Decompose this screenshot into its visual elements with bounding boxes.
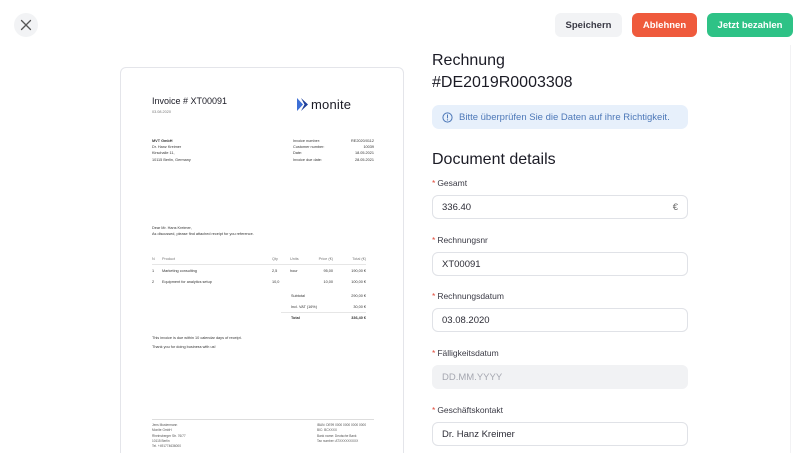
invoice-number-input[interactable]: XT00091 [432,252,688,276]
cell: 190,00 € [351,268,366,273]
totals-label: Total [291,316,300,320]
invoice-date: 03.08.2020 [152,110,172,114]
invoice-meta: Invoice number: RE2020/0112 Customer numb… [293,138,374,163]
info-text: Bitte überprüfen Sie die Daten auf ihre … [459,111,670,123]
meta-value: 28.05.2021 [354,157,374,162]
close-button[interactable] [14,13,38,37]
field-label: * Gesamt [432,177,688,189]
cell: 10,0 [272,279,280,284]
cell: Marketing consulting [162,268,197,273]
footer-line: Tel. +491774636000 [152,444,181,449]
invoice-preview[interactable]: Invoice # XT00091 03.08.2020 monite MVT … [120,67,404,453]
required-marker: * [432,178,436,188]
required-marker: * [432,405,436,415]
field-label: * Geschäftskontakt [432,404,688,416]
cell: 95,00 [323,268,333,273]
input-placeholder: DD.MM.YYYY [442,371,503,383]
field-business-contact: * Geschäftskontakt Dr. Hanz Kreimer [432,404,688,446]
col-header: Qty [272,257,278,261]
table-row: 2 Equipment for analytics setup 10,0 10,… [152,276,366,287]
cell: 10,00 [323,279,333,284]
label-text: Fälligkeitsdatum [437,348,499,358]
invoice-review-screen: Speichern Ablehnen Jetzt bezahlen Invoic… [0,0,807,453]
totals-value: 336,40 € [351,316,366,320]
section-title: Document details [432,151,556,168]
monite-logo-icon [297,98,308,111]
input-value: XT00091 [442,258,481,270]
table-header: N Product Qty Units Price (€) Total (€) [152,254,366,265]
col-header: Total (€) [352,257,366,261]
field-invoice-number: * Rechnungsnr XT00091 [432,234,688,276]
label-text: Geschäftskontakt [437,405,503,415]
totals-label: Incl. VAT (16%) [291,304,317,309]
input-value: 03.08.2020 [442,314,490,326]
col-header: Price (€) [318,257,333,261]
footer-line: Tax number: ATXXXXXXXXX [317,438,359,443]
cell: 100,00 € [351,279,366,284]
required-marker: * [432,235,436,245]
cell: 2 [152,279,155,284]
totals-label: Subtotal [291,293,305,298]
invoice-totals: Subtotal 290,00 € Incl. VAT (16%) 30,00 € … [281,290,366,323]
field-label: * Fälligkeitsdatum [432,347,688,359]
totals-value: 290,00 € [351,293,366,298]
vat-row: Incl. VAT (16%) 30,00 € [281,301,366,312]
totals-value: 30,00 € [353,304,366,309]
label-text: Rechnungsnr [437,235,488,245]
field-total: * Gesamt 336.40 € [432,177,688,219]
business-contact-input[interactable]: Dr. Hanz Kreimer [432,422,688,446]
sender-city: 10115 Berlin, Germany [152,157,191,162]
sender-address: MVT GmbH Dr. Hanz Kreimer Kirschalle 11,… [152,138,191,163]
invoice-notes: This invoice is due within 10 calendar d… [152,334,242,352]
logo-text: monite [311,97,352,112]
info-icon [442,111,453,123]
due-date-input[interactable]: DD.MM.YYYY [432,365,688,389]
currency-suffix: € [672,201,678,213]
panel-title-line1: Rechnung [432,52,505,69]
label-text: Rechnungsdatum [437,291,504,301]
subtotal-row: Subtotal 290,00 € [281,290,366,301]
info-banner: Bitte überprüfen Sie die Daten auf ihre … [432,105,688,129]
input-value: Dr. Hanz Kreimer [442,428,515,440]
label-text: Gesamt [437,178,468,188]
col-header: N [152,257,155,261]
total-row: Total 336,40 € [281,312,366,323]
field-due-date: * Fälligkeitsdatum DD.MM.YYYY [432,347,688,389]
footer-divider [152,419,374,420]
footer-right: IBAN: DE99 0000 0000 0000 0000 BIC: BCXX… [317,423,366,444]
meta-label: Invoice due date: [293,157,322,162]
field-label: * Rechnungsdatum [432,290,688,302]
cell: hour [290,268,298,273]
cell: Equipment for analytics setup [162,279,212,284]
cell: 2,5 [272,268,278,273]
col-header: Units [290,257,299,261]
table-row: 1 Marketing consulting 2,5 hour 95,00 19… [152,265,366,276]
details-panel: Rechnung #DE2019R0003308 Bitte überprüfe… [432,50,688,169]
letter-body: As discussed, please find attached recei… [152,232,254,237]
top-actions: Speichern Ablehnen Jetzt bezahlen [555,13,793,37]
vertical-divider [790,45,791,453]
footer-left: Jens Mustermann Monite GmbH Rheinsberger… [152,423,186,449]
invoice-letter: Dear Mr. Hans Kreimer, As discussed, ple… [152,225,254,238]
field-label: * Rechnungsnr [432,234,688,246]
col-header: Product [162,257,176,261]
reject-button[interactable]: Ablehnen [632,13,697,37]
field-invoice-date: * Rechnungsdatum 03.08.2020 [432,290,688,332]
meta-row: Invoice due date: 28.05.2021 [293,157,374,163]
required-marker: * [432,348,436,358]
total-input[interactable]: 336.40 € [432,195,688,219]
cell: 1 [152,268,155,273]
panel-title-line2: #DE2019R0003308 [432,74,573,91]
invoice-date-input[interactable]: 03.08.2020 [432,308,688,332]
required-marker: * [432,291,436,301]
pay-now-button[interactable]: Jetzt bezahlen [707,13,793,37]
thanks-note: Thank you for doing business with us! [152,345,216,349]
invoice-title: Invoice # XT00091 [152,96,228,106]
monite-logo: monite [297,97,351,112]
invoice-items-table: N Product Qty Units Price (€) Total (€) … [152,254,366,287]
close-icon [20,19,32,31]
due-note: This invoice is due within 10 calendar d… [152,336,242,340]
input-value: 336.40 [442,201,472,213]
save-button[interactable]: Speichern [555,13,622,37]
